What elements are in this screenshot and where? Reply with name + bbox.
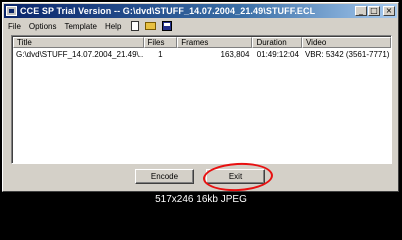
window-title: CCE SP Trial Version -- G:\dvd\STUFF_14.…	[20, 6, 316, 16]
save-icon	[161, 21, 172, 31]
list-row[interactable]: G:\dvd\STUFF_14.07.2004_21.49\... 1 163,…	[13, 49, 391, 60]
column-header-frames[interactable]: Frames	[177, 37, 253, 48]
encode-button[interactable]: Encode	[135, 169, 194, 184]
open-folder-icon	[145, 22, 157, 30]
column-header-video[interactable]: Video	[301, 37, 391, 48]
minimize-button[interactable]: _	[355, 6, 367, 16]
menu-file[interactable]: File	[4, 22, 25, 31]
image-caption: 517x246 16kb JPEG	[155, 194, 247, 205]
title-bar[interactable]: CCE SP Trial Version -- G:\dvd\STUFF_14.…	[4, 4, 397, 18]
menu-options[interactable]: Options	[25, 22, 61, 31]
app-icon	[6, 6, 17, 16]
cell-video: VBR: 5342 (3561-7771) kbp	[304, 50, 391, 59]
column-header-duration[interactable]: Duration	[252, 37, 302, 48]
column-header-files[interactable]: Files	[143, 37, 178, 48]
cell-files: 1	[158, 50, 163, 59]
window-controls: _ □ ×	[355, 6, 395, 16]
menu-bar: File Options Template Help	[4, 19, 397, 33]
cell-duration: 01:49:12:04	[256, 50, 299, 59]
column-header-title[interactable]: Title	[13, 37, 144, 48]
open-folder-button[interactable]	[144, 20, 157, 32]
menu-help[interactable]: Help	[101, 22, 125, 31]
cell-frames: 163,804	[220, 50, 250, 59]
menu-template[interactable]: Template	[60, 22, 100, 31]
file-list[interactable]: Title Files Frames Duration Video G:\dvd…	[11, 35, 392, 164]
cell-title: G:\dvd\STUFF_14.07.2004_21.49\...	[16, 50, 144, 59]
maximize-button[interactable]: □	[368, 6, 380, 16]
list-header: Title Files Frames Duration Video	[13, 37, 391, 48]
save-button[interactable]	[160, 20, 173, 32]
main-window: CCE SP Trial Version -- G:\dvd\STUFF_14.…	[2, 2, 399, 192]
new-document-icon	[130, 21, 139, 31]
new-document-button[interactable]	[128, 20, 141, 32]
close-button[interactable]: ×	[383, 6, 395, 16]
